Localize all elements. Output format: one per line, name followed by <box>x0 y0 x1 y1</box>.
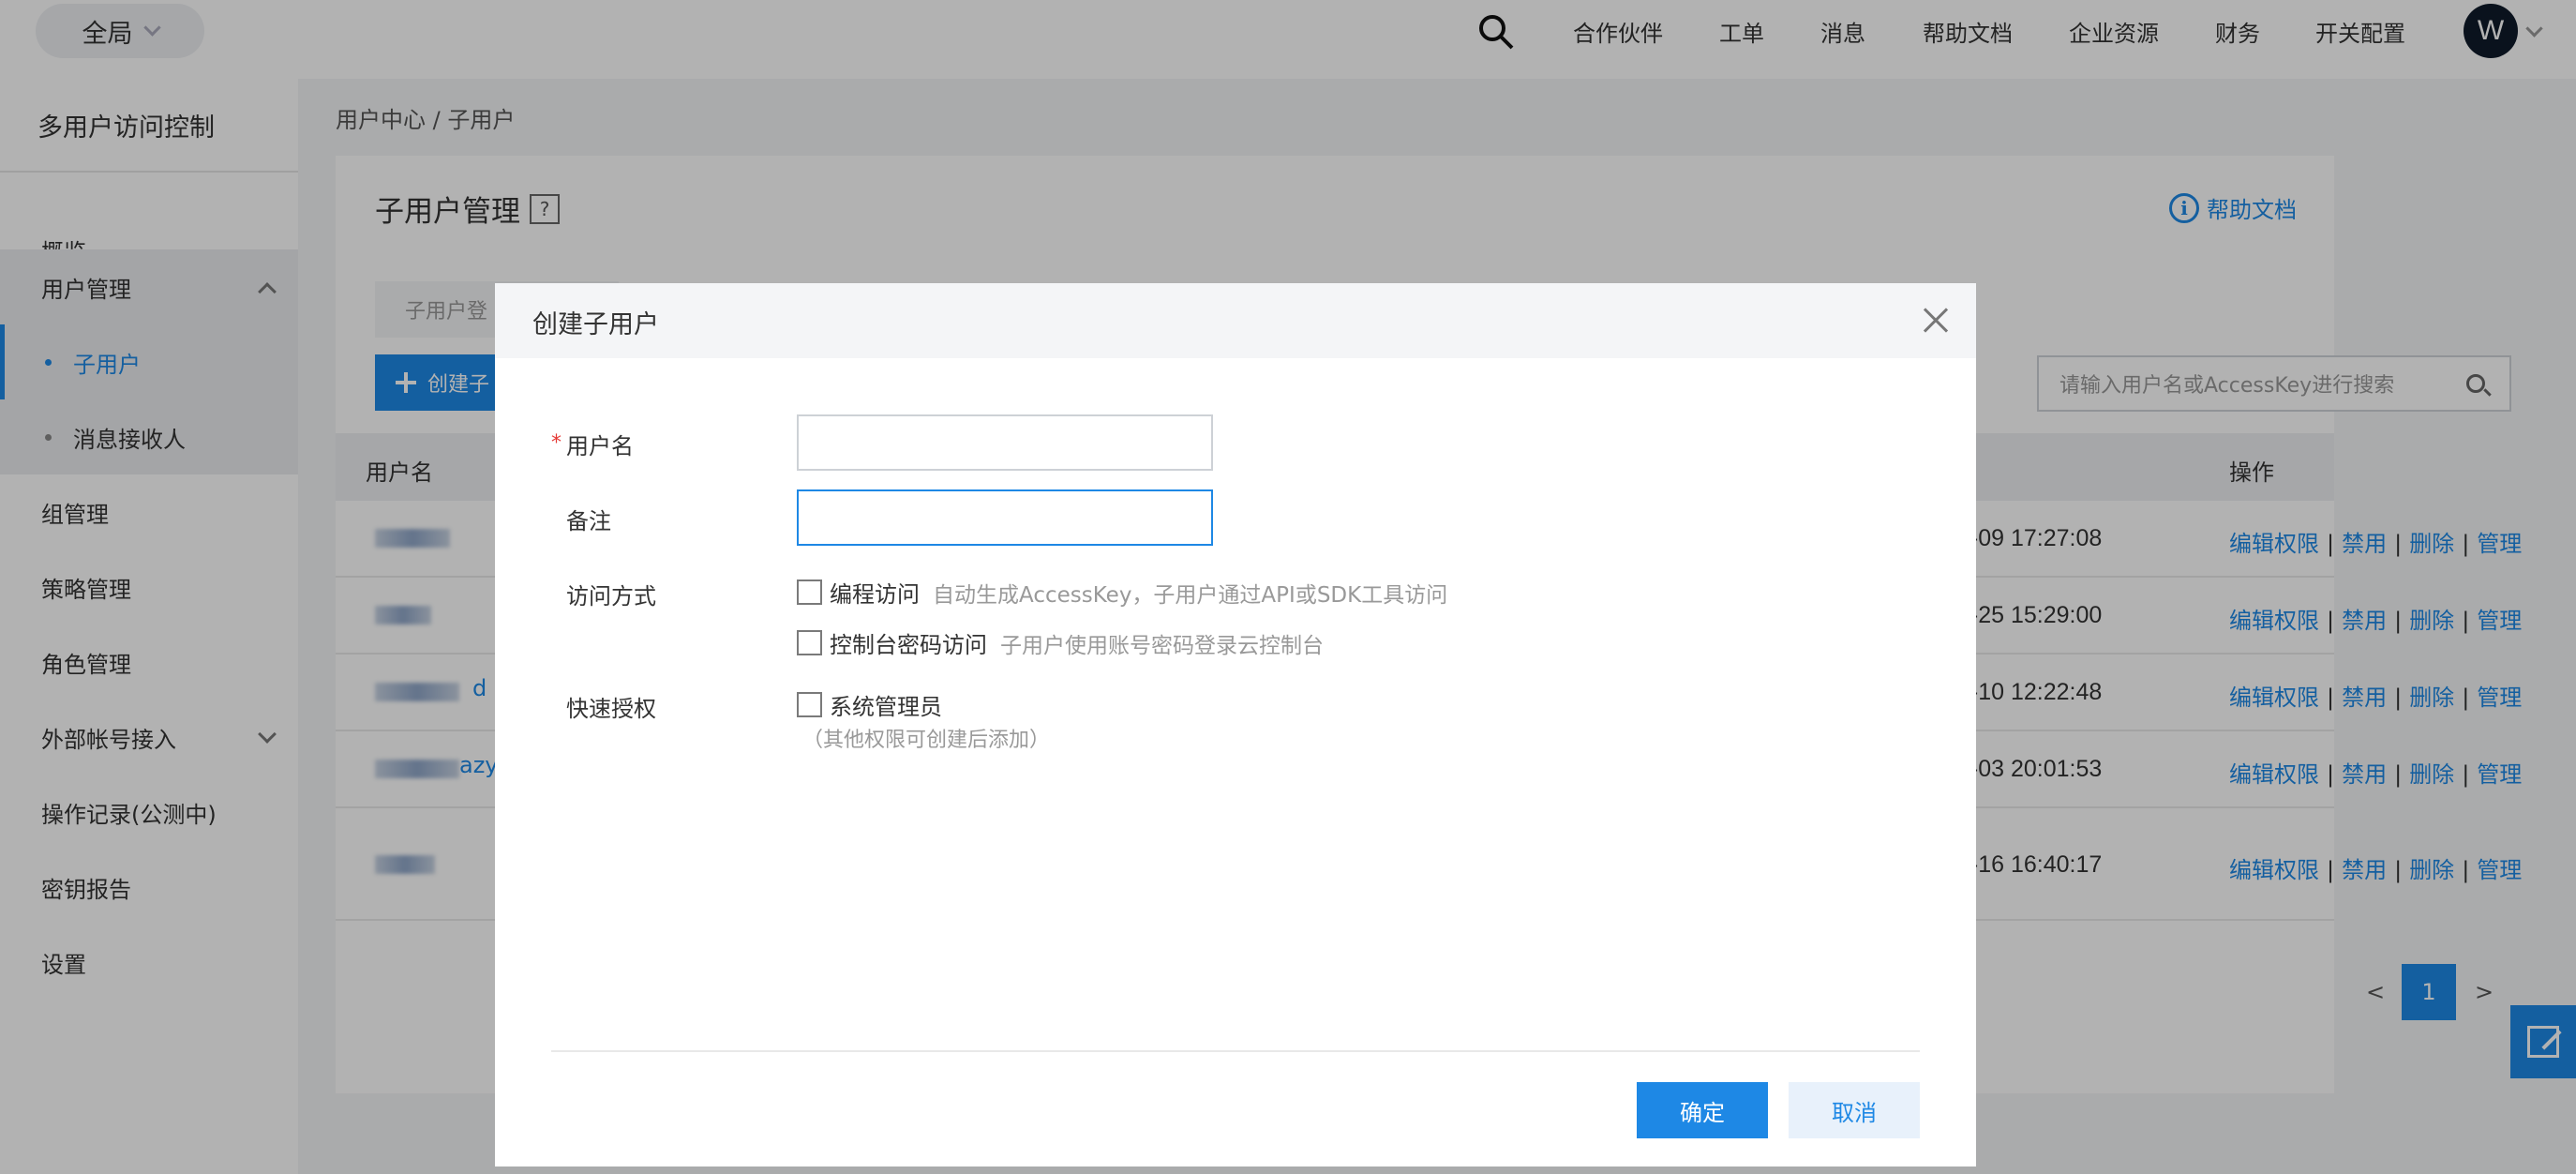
quick-auth-label: 快速授权 <box>566 696 656 722</box>
dialog-divider <box>551 1050 1920 1052</box>
required-mark: * <box>551 431 562 455</box>
programmatic-access-option: 编程访问 自动生成AccessKey，子用户通过API或SDK工具访问 <box>797 576 1447 609</box>
programmatic-access-desc: 自动生成AccessKey，子用户通过API或SDK工具访问 <box>933 582 1448 608</box>
dialog-header: 创建子用户 <box>495 283 1976 358</box>
cancel-button[interactable]: 取消 <box>1789 1082 1920 1138</box>
create-sub-user-dialog: 创建子用户 * 用户名 备注 访问方式 编程访问 自动生成AccessKey，子… <box>495 283 1976 1166</box>
dialog-title: 创建子用户 <box>532 310 659 339</box>
close-icon[interactable] <box>1920 304 1954 338</box>
console-access-option: 控制台密码访问 子用户使用账号密码登录云控制台 <box>797 626 1324 659</box>
admin-option: 系统管理员 <box>797 688 942 721</box>
programmatic-access-checkbox[interactable] <box>797 579 822 605</box>
programmatic-access-label[interactable]: 编程访问 <box>830 576 920 609</box>
permission-note: （其他权限可创建后添加） <box>802 729 1051 752</box>
remark-label: 备注 <box>566 508 611 534</box>
admin-checkbox[interactable] <box>797 692 822 717</box>
console-access-checkbox[interactable] <box>797 630 822 655</box>
remark-field[interactable] <box>797 489 1213 546</box>
console-access-desc: 子用户使用账号密码登录云控制台 <box>1000 633 1324 658</box>
confirm-button[interactable]: 确定 <box>1637 1082 1768 1138</box>
admin-label[interactable]: 系统管理员 <box>830 688 942 721</box>
console-access-label[interactable]: 控制台密码访问 <box>830 626 987 659</box>
access-method-label: 访问方式 <box>566 583 656 610</box>
username-field[interactable] <box>797 414 1213 471</box>
username-label: 用户名 <box>566 433 634 459</box>
